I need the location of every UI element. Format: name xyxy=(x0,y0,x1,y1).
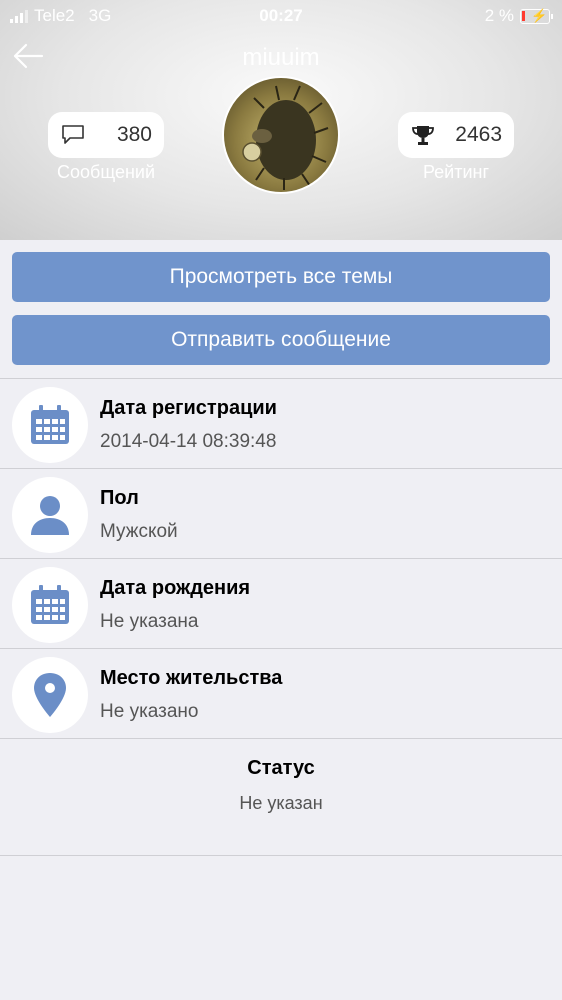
status-title: Статус xyxy=(247,757,315,779)
info-title: Место жительства xyxy=(100,667,283,689)
location-pin-icon xyxy=(34,673,66,717)
calendar-icon xyxy=(31,585,69,624)
battery-percent: 2 % xyxy=(484,6,514,25)
info-value: Не указано xyxy=(100,701,199,722)
clock: 00:27 xyxy=(259,6,303,25)
info-row-registration-date: Дата регистрации 2014-04-14 08:39:48 xyxy=(0,378,562,468)
calendar-icon xyxy=(31,405,69,444)
messages-stat[interactable]: 380 xyxy=(48,112,164,158)
messages-count: 380 xyxy=(116,123,152,146)
info-title: Дата регистрации xyxy=(100,397,277,419)
person-icon xyxy=(31,496,69,535)
rating-stat[interactable]: 2463 xyxy=(398,112,514,158)
info-value: Не указана xyxy=(100,611,199,632)
battery-icon: ⚡ xyxy=(520,8,553,24)
info-value: Мужской xyxy=(100,521,178,542)
info-row-gender: Пол Мужской xyxy=(0,468,562,558)
avatar xyxy=(222,76,340,194)
status-bar: Tele2 3G 00:27 2 % ⚡ xyxy=(0,0,562,32)
profile-info-list: Дата регистрации 2014-04-14 08:39:48 Пол… xyxy=(0,378,562,856)
speech-bubble-icon xyxy=(62,125,84,144)
avatar-image xyxy=(242,85,329,190)
info-value: 2014-04-14 08:39:48 xyxy=(100,431,277,452)
status-value: Не указан xyxy=(239,793,323,813)
profile-header: Tele2 3G 00:27 2 % ⚡ miuuim 380 Сообщени… xyxy=(0,0,562,240)
status-section: Статус Не указан xyxy=(0,738,562,856)
rating-count: 2463 xyxy=(455,123,502,146)
info-title: Дата рождения xyxy=(100,577,251,599)
info-row-birth-date: Дата рождения Не указана xyxy=(0,558,562,648)
messages-label: Сообщений xyxy=(57,162,155,182)
trophy-icon xyxy=(412,126,434,145)
rating-label: Рейтинг xyxy=(422,162,490,182)
username: miuuim xyxy=(242,44,320,71)
send-message-button[interactable]: Отправить сообщение xyxy=(12,315,550,365)
info-title: Пол xyxy=(100,487,139,509)
info-row-location: Место жительства Не указано xyxy=(0,648,562,738)
view-all-topics-button[interactable]: Просмотреть все темы xyxy=(12,252,550,302)
